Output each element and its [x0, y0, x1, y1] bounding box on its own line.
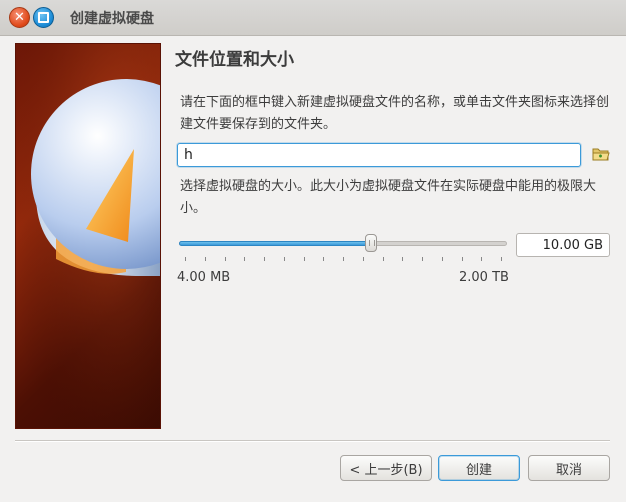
- slider-tick: [422, 257, 423, 261]
- slider-handle[interactable]: [365, 234, 377, 252]
- maximize-icon: [34, 8, 53, 27]
- maximize-button[interactable]: [33, 7, 54, 28]
- slider-tick: [205, 257, 206, 261]
- slider-tick: [481, 257, 482, 261]
- size-description: 选择虚拟硬盘的大小。此大小为虚拟硬盘文件在实际硬盘中能用的极限大小。: [180, 179, 597, 216]
- title-bar: ✕ 创建虚拟硬盘: [0, 0, 626, 36]
- slider-tick: [462, 257, 463, 261]
- button-separator: [15, 440, 610, 442]
- slider-max-label: 2.00 TB: [459, 270, 509, 285]
- slider-tick: [304, 257, 305, 261]
- hard-disk-illustration: [16, 44, 160, 428]
- back-button[interactable]: < 上一步(B): [340, 455, 432, 481]
- location-description: 请在下面的框中键入新建虚拟硬盘文件的名称，或单击文件夹图标来选择创建文件要保存到…: [180, 95, 610, 132]
- slider-tick: [225, 257, 226, 261]
- slider-fill: [179, 241, 371, 246]
- window-title: 创建虚拟硬盘: [70, 11, 154, 27]
- slider-tick: [284, 257, 285, 261]
- slider-tick: [363, 257, 364, 261]
- disk-size-slider[interactable]: [179, 232, 507, 256]
- slider-tick: [383, 257, 384, 261]
- folder-icon[interactable]: [592, 146, 610, 162]
- slider-tick: [185, 257, 186, 261]
- wizard-side-image: [15, 43, 161, 429]
- page-heading: 文件位置和大小: [175, 50, 294, 70]
- close-button[interactable]: ✕: [9, 7, 30, 28]
- disk-size-input[interactable]: [516, 233, 610, 257]
- slider-tick: [244, 257, 245, 261]
- slider-tick: [501, 257, 502, 261]
- close-icon: ✕: [14, 10, 25, 25]
- slider-min-label: 4.00 MB: [177, 270, 231, 285]
- dialog-content: 文件位置和大小 请在下面的框中键入新建虚拟硬盘文件的名称，或单击文件夹图标来选择…: [0, 36, 626, 502]
- file-name-input[interactable]: [177, 143, 581, 167]
- create-button[interactable]: 创建: [438, 455, 520, 481]
- slider-tick: [343, 257, 344, 261]
- slider-tick: [402, 257, 403, 261]
- slider-tick: [442, 257, 443, 261]
- cancel-button[interactable]: 取消: [528, 455, 610, 481]
- slider-tick: [264, 257, 265, 261]
- slider-ticks: [179, 257, 507, 265]
- slider-tick: [323, 257, 324, 261]
